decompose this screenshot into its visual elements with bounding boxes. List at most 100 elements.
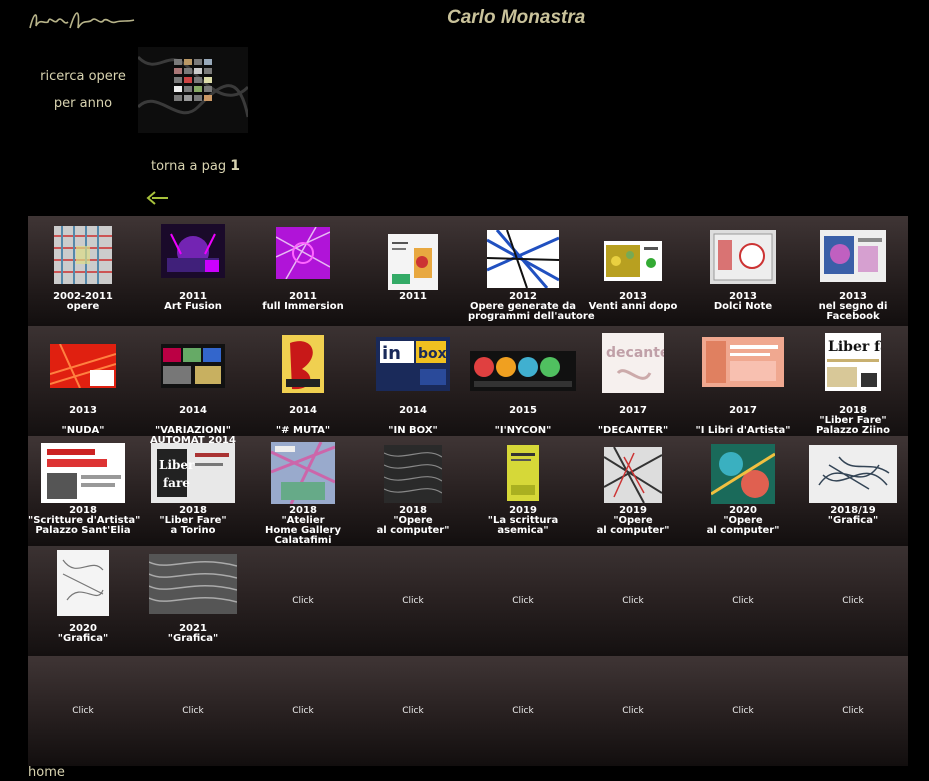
empty-slot-click[interactable]: Click — [248, 656, 358, 766]
artwork-cell[interactable]: 2019 "La scrittura asemica" — [468, 436, 578, 546]
artwork-caption[interactable]: 2018 "Opere al computer" — [358, 506, 468, 536]
artwork-caption[interactable]: 2011 Art Fusion — [138, 292, 248, 322]
empty-slot-click[interactable]: Click — [28, 656, 138, 766]
artwork-cell[interactable]: 2014 "# MUTA" — [248, 326, 358, 436]
empty-slot-click[interactable]: Click — [248, 546, 358, 656]
artwork-caption[interactable]: 2018/19 "Grafica" — [798, 506, 908, 536]
artwork-grid-thumbnail — [138, 47, 248, 133]
artwork-cell[interactable]: 2013 nel segno di Facebook — [798, 216, 908, 326]
artwork-thumbnail[interactable] — [57, 550, 109, 616]
artwork-thumbnail[interactable]: Liber fare — [151, 443, 235, 503]
artwork-caption[interactable]: 2015 "I'NYCON" — [468, 406, 578, 436]
empty-slot-click[interactable]: Click — [578, 656, 688, 766]
back-to-page-link[interactable]: torna a pag 1 — [151, 158, 240, 174]
artwork-cell[interactable]: 2011 — [358, 216, 468, 326]
artwork-thumbnail[interactable] — [54, 226, 112, 284]
caption-line: Calatafimi — [274, 535, 332, 546]
artwork-caption[interactable]: 2011 — [358, 292, 468, 322]
artwork-cell[interactable]: 2012 Opere generate da programmi dell'auto… — [468, 216, 595, 326]
artwork-thumbnail[interactable] — [507, 445, 539, 501]
artwork-thumbnail[interactable] — [820, 230, 886, 282]
artwork-thumbnail[interactable] — [470, 351, 576, 391]
artwork-thumbnail[interactable] — [604, 447, 662, 503]
empty-slot-click[interactable]: Click — [688, 546, 798, 656]
artwork-thumbnail[interactable] — [149, 554, 237, 614]
artwork-cell[interactable]: 2018 "Opere al computer" — [358, 436, 468, 546]
artwork-caption[interactable]: 2017 "DECANTER" — [578, 406, 688, 436]
artwork-thumbnail[interactable]: in box — [376, 337, 450, 391]
artwork-cell[interactable]: 2018 "Atelier Home Gallery Calatafimi — [248, 436, 358, 546]
empty-slot-click[interactable]: Click — [798, 656, 908, 766]
artwork-thumbnail[interactable] — [604, 241, 662, 281]
artwork-thumbnail[interactable] — [276, 227, 330, 279]
artwork-cell[interactable]: 2019 "Opere al computer" — [578, 436, 688, 546]
artwork-thumbnail[interactable] — [271, 442, 335, 504]
artwork-caption[interactable]: 2012 Opere generate da programmi dell'auto… — [468, 292, 595, 322]
artwork-caption[interactable]: 2018 "Liber Fare" a Torino — [138, 506, 248, 536]
artwork-cell[interactable]: 2018/19 "Grafica" — [798, 436, 908, 546]
artwork-thumbnail[interactable] — [384, 445, 442, 503]
artwork-cell[interactable]: 2011 full Immersion — [248, 216, 358, 326]
search-by-year-link-line2[interactable]: per anno — [28, 96, 138, 111]
artwork-cell[interactable]: 2013 Venti anni dopo — [578, 216, 688, 326]
artwork-thumbnail[interactable] — [282, 335, 324, 393]
empty-slot-click[interactable]: Click — [578, 546, 688, 656]
empty-slot-click[interactable]: Click — [468, 546, 578, 656]
artwork-caption[interactable]: 2019 "Opere al computer" — [578, 506, 688, 536]
artwork-caption[interactable]: 2014 "# MUTA" — [248, 406, 358, 436]
artwork-cell[interactable]: Liber fare 2018 "Liber Fare" a Torino — [138, 436, 248, 546]
artwork-cell[interactable]: 2020 "Opere al computer" — [688, 436, 798, 546]
artwork-caption[interactable]: 2020 "Opere al computer" — [688, 506, 798, 536]
artwork-caption[interactable]: 2013 nel segno di Facebook — [798, 292, 908, 322]
artwork-cell[interactable]: 2020 "Grafica" — [28, 546, 138, 656]
artwork-caption[interactable]: 2021 "Grafica" — [138, 624, 248, 654]
artwork-cell[interactable]: 2013 "NUDA" — [28, 326, 138, 436]
artwork-thumbnail[interactable]: Liber fare — [825, 333, 881, 391]
artwork-thumbnail[interactable] — [161, 344, 225, 388]
artwork-cell[interactable]: in box 2014 "IN BOX" — [358, 326, 468, 436]
artwork-cell[interactable]: 2021 "Grafica" — [138, 546, 248, 656]
artwork-thumbnail[interactable] — [487, 230, 559, 288]
artwork-cell[interactable]: 2014 "VARIAZIONI" AUTOMAT 2014 — [138, 326, 248, 446]
artwork-cell[interactable]: 2018 "Scritture d'Artista" Palazzo Sant'El… — [28, 436, 140, 546]
artwork-thumbnail[interactable] — [161, 224, 225, 278]
search-by-year-link-line1[interactable]: ricerca opere — [28, 69, 138, 84]
empty-slot-click[interactable]: Click — [468, 656, 578, 766]
artwork-caption[interactable]: 2002-2011 opere — [28, 292, 138, 322]
artwork-thumbnail[interactable] — [809, 445, 897, 503]
empty-slot-click[interactable]: Click — [358, 656, 468, 766]
artwork-thumbnail[interactable] — [710, 230, 776, 284]
back-arrow-icon[interactable] — [146, 190, 170, 206]
search-thumbnail[interactable] — [138, 47, 248, 133]
empty-slot-click[interactable]: Click — [688, 656, 798, 766]
grid-row: 2002-2011 opere 2011 Art Fusion 2011 full Imm… — [28, 216, 908, 326]
artwork-caption[interactable]: 2018 "Scritture d'Artista" Palazzo Sant'El… — [28, 506, 140, 536]
artwork-cell[interactable]: 2015 "I'NYCON" — [468, 326, 578, 436]
empty-slot-click[interactable]: Click — [358, 546, 468, 656]
artwork-caption[interactable]: 2018 "Atelier Home Gallery Calatafimi — [248, 506, 358, 546]
empty-slot-click[interactable]: Click — [138, 656, 248, 766]
artwork-caption[interactable]: 2013 "NUDA" — [28, 406, 138, 436]
artwork-cell[interactable]: 2017 "I Libri d'Artista" — [688, 326, 798, 436]
artwork-caption[interactable]: 2018 "Liber Fare" Palazzo Ziino — [798, 406, 908, 436]
artwork-thumbnail[interactable] — [41, 443, 125, 503]
artwork-cell[interactable]: Liber fare 2018"Liber Fare"Palazzo Ziino — [798, 326, 908, 436]
artwork-cell[interactable]: decanter 2017 "DECANTER" — [578, 326, 688, 436]
artwork-thumbnail[interactable]: decanter — [602, 333, 664, 393]
artwork-caption[interactable]: 2019 "La scrittura asemica" — [468, 506, 578, 536]
artwork-cell[interactable]: 2013 Dolci Note — [688, 216, 798, 326]
artwork-caption[interactable]: 2011 full Immersion — [248, 292, 358, 322]
artwork-caption[interactable]: 2014 "IN BOX" — [358, 406, 468, 436]
empty-slot-click[interactable]: Click — [798, 546, 908, 656]
artwork-caption[interactable]: 2020 "Grafica" — [28, 624, 138, 654]
artwork-cell[interactable]: 2011 Art Fusion — [138, 216, 248, 326]
artwork-caption[interactable]: 2013 Dolci Note — [688, 292, 798, 322]
artwork-thumbnail[interactable] — [388, 234, 438, 290]
artwork-caption[interactable]: 2017 "I Libri d'Artista" — [688, 406, 798, 436]
artwork-thumbnail[interactable] — [711, 444, 775, 504]
artwork-thumbnail[interactable] — [50, 344, 116, 388]
artwork-thumbnail[interactable] — [702, 337, 784, 387]
artwork-cell[interactable]: 2002-2011 opere — [28, 216, 138, 326]
artwork-caption[interactable]: 2013 Venti anni dopo — [578, 292, 688, 322]
home-link[interactable]: home — [28, 765, 65, 780]
